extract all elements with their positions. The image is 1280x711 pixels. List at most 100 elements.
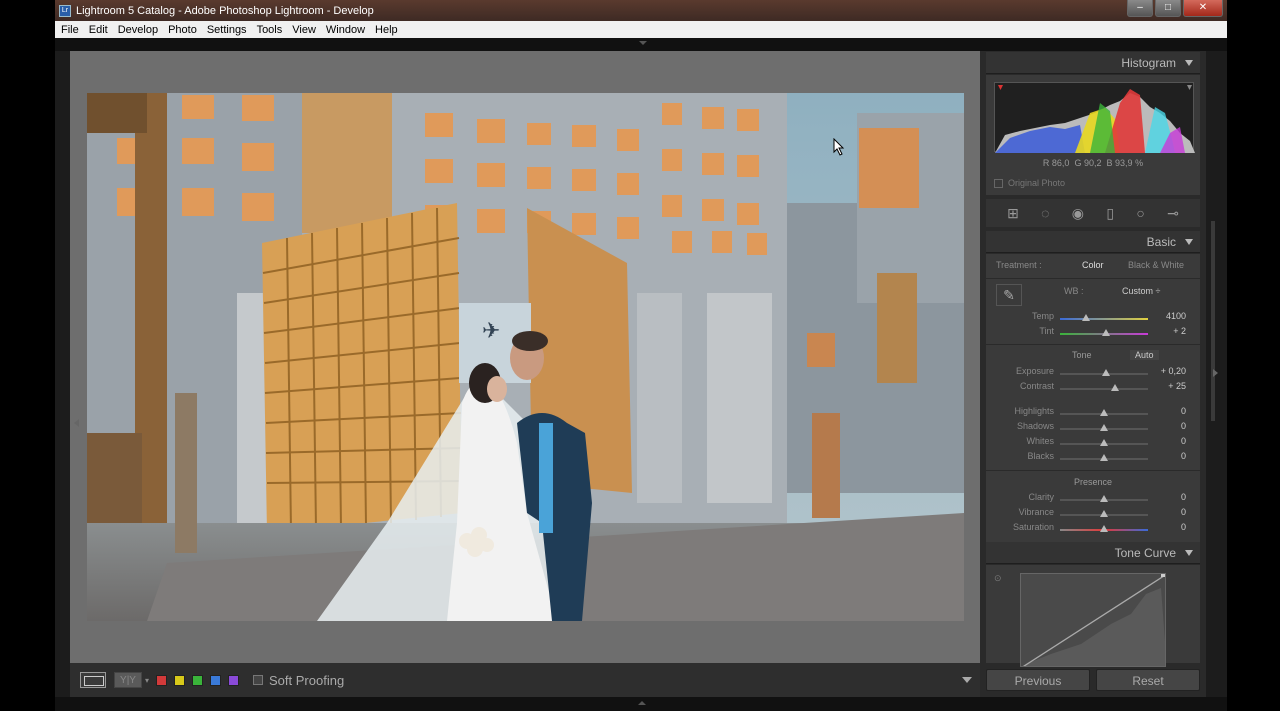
blacks-slider-thumb[interactable] xyxy=(1100,454,1108,461)
previous-button[interactable]: Previous xyxy=(986,669,1090,691)
basic-title: Basic xyxy=(1146,235,1176,249)
color-label-purple[interactable] xyxy=(228,674,240,686)
temp-slider-track[interactable] xyxy=(1060,318,1148,320)
vibrance-slider-thumb[interactable] xyxy=(1100,510,1108,517)
menu-window[interactable]: Window xyxy=(321,24,370,36)
rgb-readout: R 86,0 G 90,2 B 93,9 % xyxy=(1042,158,1144,168)
radial-filter-icon[interactable]: ○ xyxy=(1136,205,1144,221)
menu-settings[interactable]: Settings xyxy=(202,24,252,36)
shadows-label: Shadows xyxy=(1016,421,1054,431)
bottom-toolbar: Y|Y ▾ Soft Proofing xyxy=(70,663,980,697)
temp-label: Temp xyxy=(1031,311,1054,321)
highlights-slider-thumb[interactable] xyxy=(1100,409,1108,416)
color-label-yellow[interactable] xyxy=(174,674,186,686)
before-after-button[interactable]: Y|Y xyxy=(114,672,142,688)
whites-slider-thumb[interactable] xyxy=(1100,439,1108,446)
loupe-view-button[interactable] xyxy=(80,672,106,688)
red-eye-icon[interactable]: ◉ xyxy=(1072,205,1084,222)
wedding-photo-illustration: ✈ xyxy=(87,93,964,621)
color-label-blue[interactable] xyxy=(210,674,222,686)
right-panel-toggle-icon[interactable] xyxy=(1213,369,1218,377)
exposure-value[interactable]: + 0,20 xyxy=(1161,366,1186,376)
toolbar-menu-icon[interactable] xyxy=(962,677,972,683)
close-button[interactable]: ✕ xyxy=(1183,0,1223,17)
color-label-red[interactable] xyxy=(156,674,168,686)
shadows-slider-row: Shadows 0 xyxy=(986,421,1200,435)
basic-panel: Treatment : Color Black & White ✎ WB : C… xyxy=(986,254,1200,544)
right-panel-scroll-thumb[interactable] xyxy=(1211,221,1215,421)
saturation-value[interactable]: 0 xyxy=(1181,522,1186,532)
right-panel-scrollbar[interactable] xyxy=(1206,51,1227,697)
soft-proofing-label: Soft Proofing xyxy=(269,672,345,688)
menu-bar: File Edit Develop Photo Settings Tools V… xyxy=(55,21,1227,38)
tint-value[interactable]: + 2 xyxy=(1173,326,1186,336)
saturation-label: Saturation xyxy=(1012,522,1054,532)
original-photo-checkbox[interactable] xyxy=(994,178,1003,188)
saturation-slider-thumb[interactable] xyxy=(1100,525,1108,532)
blacks-value[interactable]: 0 xyxy=(1181,451,1186,461)
treatment-color-button[interactable]: Color xyxy=(1082,260,1104,270)
menu-edit[interactable]: Edit xyxy=(84,24,113,36)
menu-help[interactable]: Help xyxy=(370,24,403,36)
blacks-label: Blacks xyxy=(1027,451,1054,461)
tone-curve-panel: ⊙ xyxy=(986,565,1200,667)
before-after-dropdown-icon[interactable]: ▾ xyxy=(145,676,149,685)
spot-removal-icon[interactable]: ◌ xyxy=(1041,205,1049,221)
menu-photo[interactable]: Photo xyxy=(163,24,202,36)
whites-value[interactable]: 0 xyxy=(1181,436,1186,446)
reset-button[interactable]: Reset xyxy=(1096,669,1200,691)
vibrance-value[interactable]: 0 xyxy=(1181,507,1186,517)
menu-tools[interactable]: Tools xyxy=(252,24,288,36)
graduated-filter-icon[interactable]: ▯ xyxy=(1106,205,1114,222)
histogram-header[interactable]: Histogram xyxy=(986,52,1200,74)
saturation-slider-row: Saturation 0 xyxy=(986,522,1200,536)
wb-preset-dropdown[interactable]: Custom ÷ xyxy=(1122,286,1160,296)
highlights-slider-row: Highlights 0 xyxy=(986,406,1200,420)
contrast-slider-track[interactable] xyxy=(1060,388,1148,390)
menu-view[interactable]: View xyxy=(287,24,321,36)
tone-curve-graph[interactable] xyxy=(1020,573,1166,667)
window-controls: – □ ✕ xyxy=(1127,0,1223,17)
window-title: Lightroom 5 Catalog - Adobe Photoshop Li… xyxy=(76,4,374,17)
shadows-value[interactable]: 0 xyxy=(1181,421,1186,431)
clarity-value[interactable]: 0 xyxy=(1181,492,1186,502)
shadows-slider-thumb[interactable] xyxy=(1100,424,1108,431)
b-value: 93,9 xyxy=(1115,158,1133,168)
highlights-value[interactable]: 0 xyxy=(1181,406,1186,416)
blacks-slider-row: Blacks 0 xyxy=(986,451,1200,465)
color-label-green[interactable] xyxy=(192,674,204,686)
minimize-button[interactable]: – xyxy=(1127,0,1153,17)
left-panel-toggle-icon[interactable] xyxy=(74,419,79,427)
tint-slider-thumb[interactable] xyxy=(1101,329,1110,336)
lightroom-window: Lr Lightroom 5 Catalog - Adobe Photoshop… xyxy=(55,0,1227,711)
clarity-slider-thumb[interactable] xyxy=(1100,495,1108,502)
exposure-slider-thumb[interactable] xyxy=(1101,369,1110,376)
filmstrip-toggle-strip[interactable] xyxy=(55,697,1227,711)
crop-overlay-icon[interactable]: ⊞ xyxy=(1007,205,1019,222)
main-photo[interactable]: ✈ xyxy=(87,93,964,621)
targeted-adjustment-icon[interactable]: ⊙ xyxy=(994,573,1002,584)
top-panel-toggle-strip[interactable] xyxy=(55,38,1227,51)
menu-develop[interactable]: Develop xyxy=(113,24,163,36)
maximize-button[interactable]: □ xyxy=(1155,0,1181,17)
histogram-graph[interactable] xyxy=(994,82,1195,153)
temp-value[interactable]: 4100 xyxy=(1166,311,1186,321)
treatment-bw-button[interactable]: Black & White xyxy=(1128,260,1184,270)
contrast-value[interactable]: + 25 xyxy=(1168,381,1186,391)
contrast-slider-thumb[interactable] xyxy=(1110,384,1119,391)
clarity-label: Clarity xyxy=(1028,492,1054,502)
menu-file[interactable]: File xyxy=(55,24,84,36)
exposure-label: Exposure xyxy=(1015,366,1054,376)
adjustment-brush-icon[interactable]: ⊸ xyxy=(1167,205,1179,222)
tone-curve-header[interactable]: Tone Curve xyxy=(986,542,1200,564)
svg-text:✈: ✈ xyxy=(482,319,500,344)
highlight-clipping-icon xyxy=(1187,85,1192,90)
expand-up-icon xyxy=(639,41,647,45)
auto-tone-button[interactable]: Auto xyxy=(1130,350,1159,360)
soft-proofing-checkbox[interactable] xyxy=(253,675,264,685)
shadow-clipping-icon xyxy=(998,85,1003,90)
exposure-slider-row: Exposure + 0,20 xyxy=(986,366,1200,380)
original-photo-toggle[interactable]: Original Photo xyxy=(994,178,1065,188)
temp-slider-thumb[interactable] xyxy=(1082,314,1091,321)
basic-header[interactable]: Basic xyxy=(986,231,1200,253)
